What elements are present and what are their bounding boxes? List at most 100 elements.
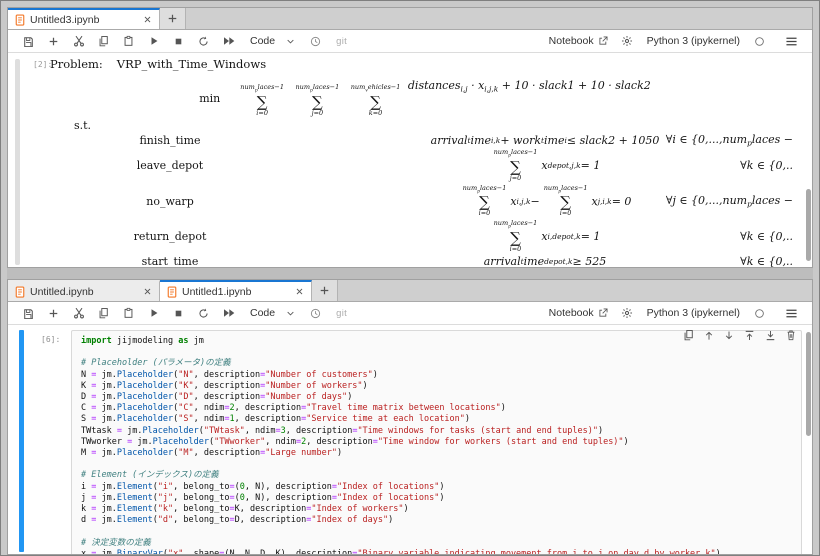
tab-Untitled3-ipynb[interactable]: Untitled3.ipynb [8,8,160,29]
vertical-scrollbar-thumb[interactable] [806,332,811,436]
tab-Untitled1-ipynb[interactable]: Untitled1.ipynb [160,280,312,301]
vertical-scrollbar-thumb[interactable] [806,189,811,261]
code-line: # Element (インデックス)の定義 [81,470,795,481]
code-line: K = jm.Placeholder("K", description="Num… [81,381,795,392]
chevron-down-icon[interactable] [278,31,303,52]
restart-kernel-button[interactable] [191,303,216,324]
sigma-glyph: ∑ [370,95,381,110]
chevron-down-icon[interactable] [278,303,303,324]
panel-menu-button[interactable] [779,31,804,52]
summation: numplaces−1∑i=0 [544,185,588,218]
jupyterlab-window: Untitled3.ipynb CodegitNotebookPython 3 … [0,0,820,556]
close-icon[interactable] [143,287,152,296]
close-icon[interactable] [295,287,304,296]
move-cell-up-button[interactable] [704,330,714,341]
interrupt-kernel-button[interactable] [166,303,191,324]
interrupt-kernel-button[interactable] [166,31,191,52]
constraint-name: no_warp [50,195,290,208]
summation: numplaces−1∑j=0 [296,84,340,117]
panel-menu-button[interactable] [779,303,804,324]
sum-lower-limit: i=0 [560,210,572,217]
tab-label: Untitled1.ipynb [182,286,251,298]
insert-cell-button[interactable] [41,303,66,324]
panel-splitter[interactable] [7,268,813,279]
code-line: TWtask = jm.Placeholder("TWtask", ndim=3… [81,426,795,437]
restart-kernel-button[interactable] [191,31,216,52]
copy-cells-button[interactable] [91,31,116,52]
constraint-forall: ∀k ∈ {0,.. [740,159,793,172]
cell-type-dropdown[interactable]: Code [250,307,275,319]
copy-cells-button[interactable] [91,303,116,324]
constraint-row-return_depot: return_depotnumplaces−1∑i=0 xi,depot,k =… [50,219,800,254]
run-cell-button[interactable] [141,303,166,324]
tab-label: Untitled.ipynb [30,286,94,298]
cell-collapser[interactable] [15,59,20,265]
code-line: S = jm.Placeholder("S", ndim=1, descript… [81,414,795,425]
close-icon[interactable] [143,15,152,24]
constraint-formula: numplaces−1∑i=0 xi,depot,k = 1 [290,220,800,253]
notebook-panel-top: Untitled3.ipynb CodegitNotebookPython 3 … [7,7,813,268]
history-clock-button[interactable] [303,303,328,324]
notebook-content-top: [2]: Problem:VRP_with_Time_Windows min n… [8,53,812,267]
constraint-forall: ∀k ∈ {0,.. [740,230,793,243]
toolbar-right-group: Notebook Python 3 (ipykernel) [549,303,804,324]
tab-label: Untitled3.ipynb [30,14,99,26]
code-cell-editor[interactable]: import jijmodeling as jm # Placeholder (… [71,330,802,554]
sum-lower-limit: i=0 [510,246,522,253]
notebook-icon [167,286,177,298]
restart-run-all-button[interactable] [216,303,241,324]
save-button[interactable] [16,31,41,52]
notebook-icon [15,14,25,26]
code-line: k = jm.Element("k", belong_to=K, descrip… [81,504,795,515]
history-clock-button[interactable] [303,31,328,52]
cut-cells-button[interactable] [66,31,91,52]
notebook-panel-bottom: Untitled.ipynbUntitled1.ipynb CodegitNot… [7,279,813,555]
insert-cell-button[interactable] [41,31,66,52]
summation: numplaces−1∑i=0 [494,220,538,253]
notebook-type-button[interactable]: Notebook [549,35,608,47]
notebook-type-button[interactable]: Notebook [549,307,608,319]
constraint-row-leave_depot: leave_depotnumplaces−1∑j=0 xdepot,j,k = … [50,148,800,183]
code-line [81,347,795,358]
insert-cell-above-button[interactable] [744,330,755,341]
kernel-status-icon [747,31,772,52]
kernel-name-button[interactable]: Python 3 (ipykernel) [647,35,740,47]
new-tab-button[interactable] [160,8,186,29]
sum-lower-limit: i=0 [479,210,491,217]
save-button[interactable] [16,303,41,324]
cut-cells-button[interactable] [66,303,91,324]
gear-button[interactable] [615,303,640,324]
insert-cell-below-button[interactable] [765,330,776,341]
code-line: d = jm.Element("d", belong_to=D, descrip… [81,515,795,526]
summation: numplaces−1∑i=0 [463,185,507,218]
active-cell-indicator[interactable] [19,330,24,552]
kernel-name-button[interactable]: Python 3 (ipykernel) [647,307,740,319]
notebook-toolbar-bottom: CodegitNotebookPython 3 (ipykernel) [8,302,812,325]
new-tab-button[interactable] [312,280,338,301]
code-line: C = jm.Placeholder("C", ndim=2, descript… [81,403,795,414]
restart-run-all-button[interactable] [216,31,241,52]
tab-Untitled-ipynb[interactable]: Untitled.ipynb [8,280,160,301]
gear-button[interactable] [615,31,640,52]
summation: numvehicles−1∑k=0 [351,84,401,117]
code-line [81,459,795,470]
delete-cell-button[interactable] [786,329,796,341]
move-cell-down-button[interactable] [724,330,734,341]
external-link-icon [598,36,608,46]
duplicate-cell-button[interactable] [683,329,694,341]
run-cell-button[interactable] [141,31,166,52]
code-line: N = jm.Placeholder("N", description="Num… [81,370,795,381]
summation: numplaces−1∑j=0 [494,149,538,182]
notebook-type-label: Notebook [549,307,594,319]
sum-lower-limit: j=0 [510,175,522,182]
notebook-icon [15,286,25,298]
paste-cells-button[interactable] [116,303,141,324]
paste-cells-button[interactable] [116,31,141,52]
code-line: M = jm.Placeholder("M", description="Lar… [81,448,795,459]
constraint-row-no_warp: no_warpnumplaces−1∑i=0 xi,j,k − numplace… [50,183,800,219]
constraint-row-start_time: start_timearrivaltimedepot,k ≥ 525∀k ∈ {… [50,254,800,267]
summation: numplaces−1∑i=0 [240,84,284,117]
min-label: min [199,92,220,105]
objective-formula: numplaces−1∑i=0 numplaces−1∑j=0 numvehic… [236,79,651,117]
cell-type-dropdown[interactable]: Code [250,35,275,47]
